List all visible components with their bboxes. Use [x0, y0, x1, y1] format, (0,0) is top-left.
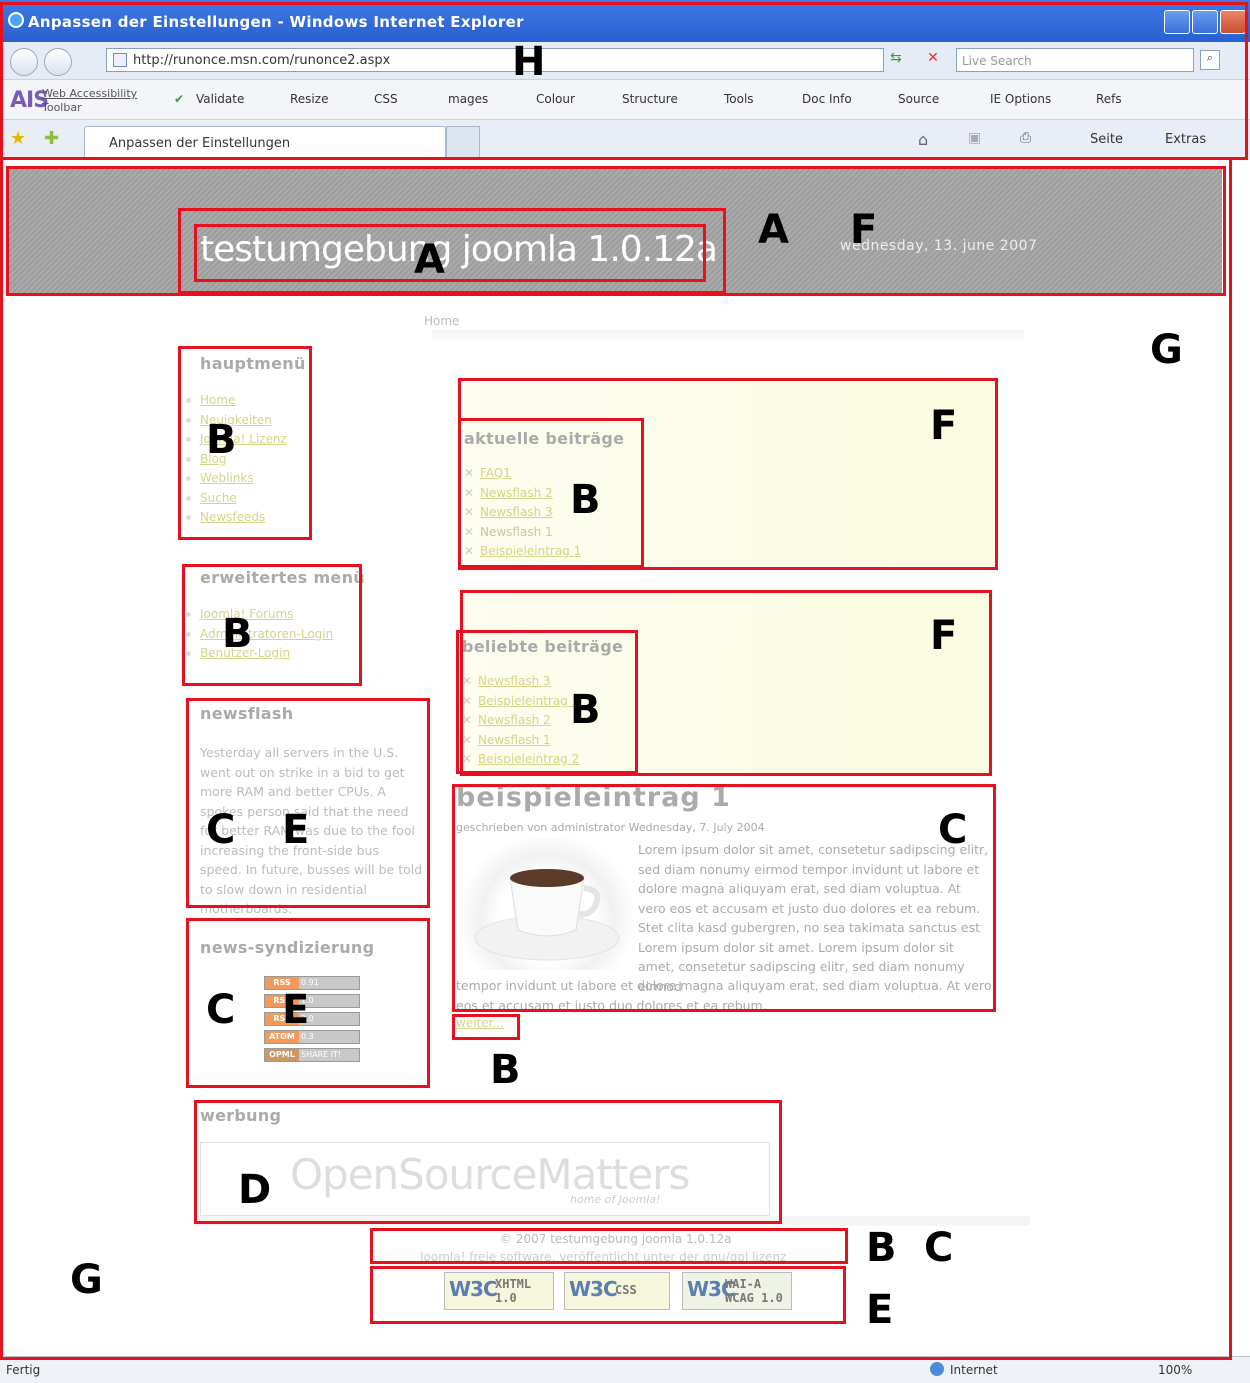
- annotation-box-c1: [186, 698, 430, 908]
- label-c: C: [924, 1225, 954, 1271]
- label-b: B: [570, 687, 601, 733]
- label-h: H: [512, 39, 546, 85]
- globe-icon: [930, 1362, 944, 1376]
- label-b: B: [866, 1225, 897, 1271]
- annotation-box-b3: [458, 418, 644, 568]
- label-b: B: [570, 477, 601, 523]
- annotation-box-h: [0, 2, 1248, 160]
- label-f: F: [930, 613, 958, 659]
- annotation-box-b1: [178, 346, 312, 540]
- label-a: A: [414, 237, 445, 283]
- annotation-box-bc: [370, 1228, 848, 1264]
- label-b: B: [490, 1047, 521, 1093]
- annotation-box-c3: [452, 784, 996, 1012]
- label-a: A: [758, 207, 789, 253]
- status-text: Fertig: [6, 1363, 41, 1377]
- annotation-box-b4: [456, 630, 638, 774]
- label-e: E: [866, 1287, 894, 1333]
- annotation-box-b5: [452, 1014, 520, 1040]
- annotation-box-d: [194, 1100, 782, 1224]
- label-g: G: [70, 1257, 103, 1303]
- zone-text: Internet: [950, 1363, 998, 1377]
- annotation-box-e: [370, 1266, 846, 1324]
- label-d: D: [238, 1167, 272, 1213]
- label-g: G: [1150, 327, 1183, 373]
- status-bar: Fertig Internet 100%: [0, 1356, 1250, 1383]
- label-c: C: [938, 807, 968, 853]
- annotation-box-b2: [182, 564, 362, 686]
- label-f: F: [930, 403, 958, 449]
- label-c: C: [206, 987, 236, 1033]
- label-e: E: [282, 987, 310, 1033]
- label-f: F: [850, 207, 878, 253]
- label-e: E: [282, 807, 310, 853]
- zoom-level[interactable]: 100%: [1158, 1363, 1192, 1377]
- label-c: C: [206, 807, 236, 853]
- label-b: B: [222, 611, 253, 657]
- label-b: B: [206, 417, 237, 463]
